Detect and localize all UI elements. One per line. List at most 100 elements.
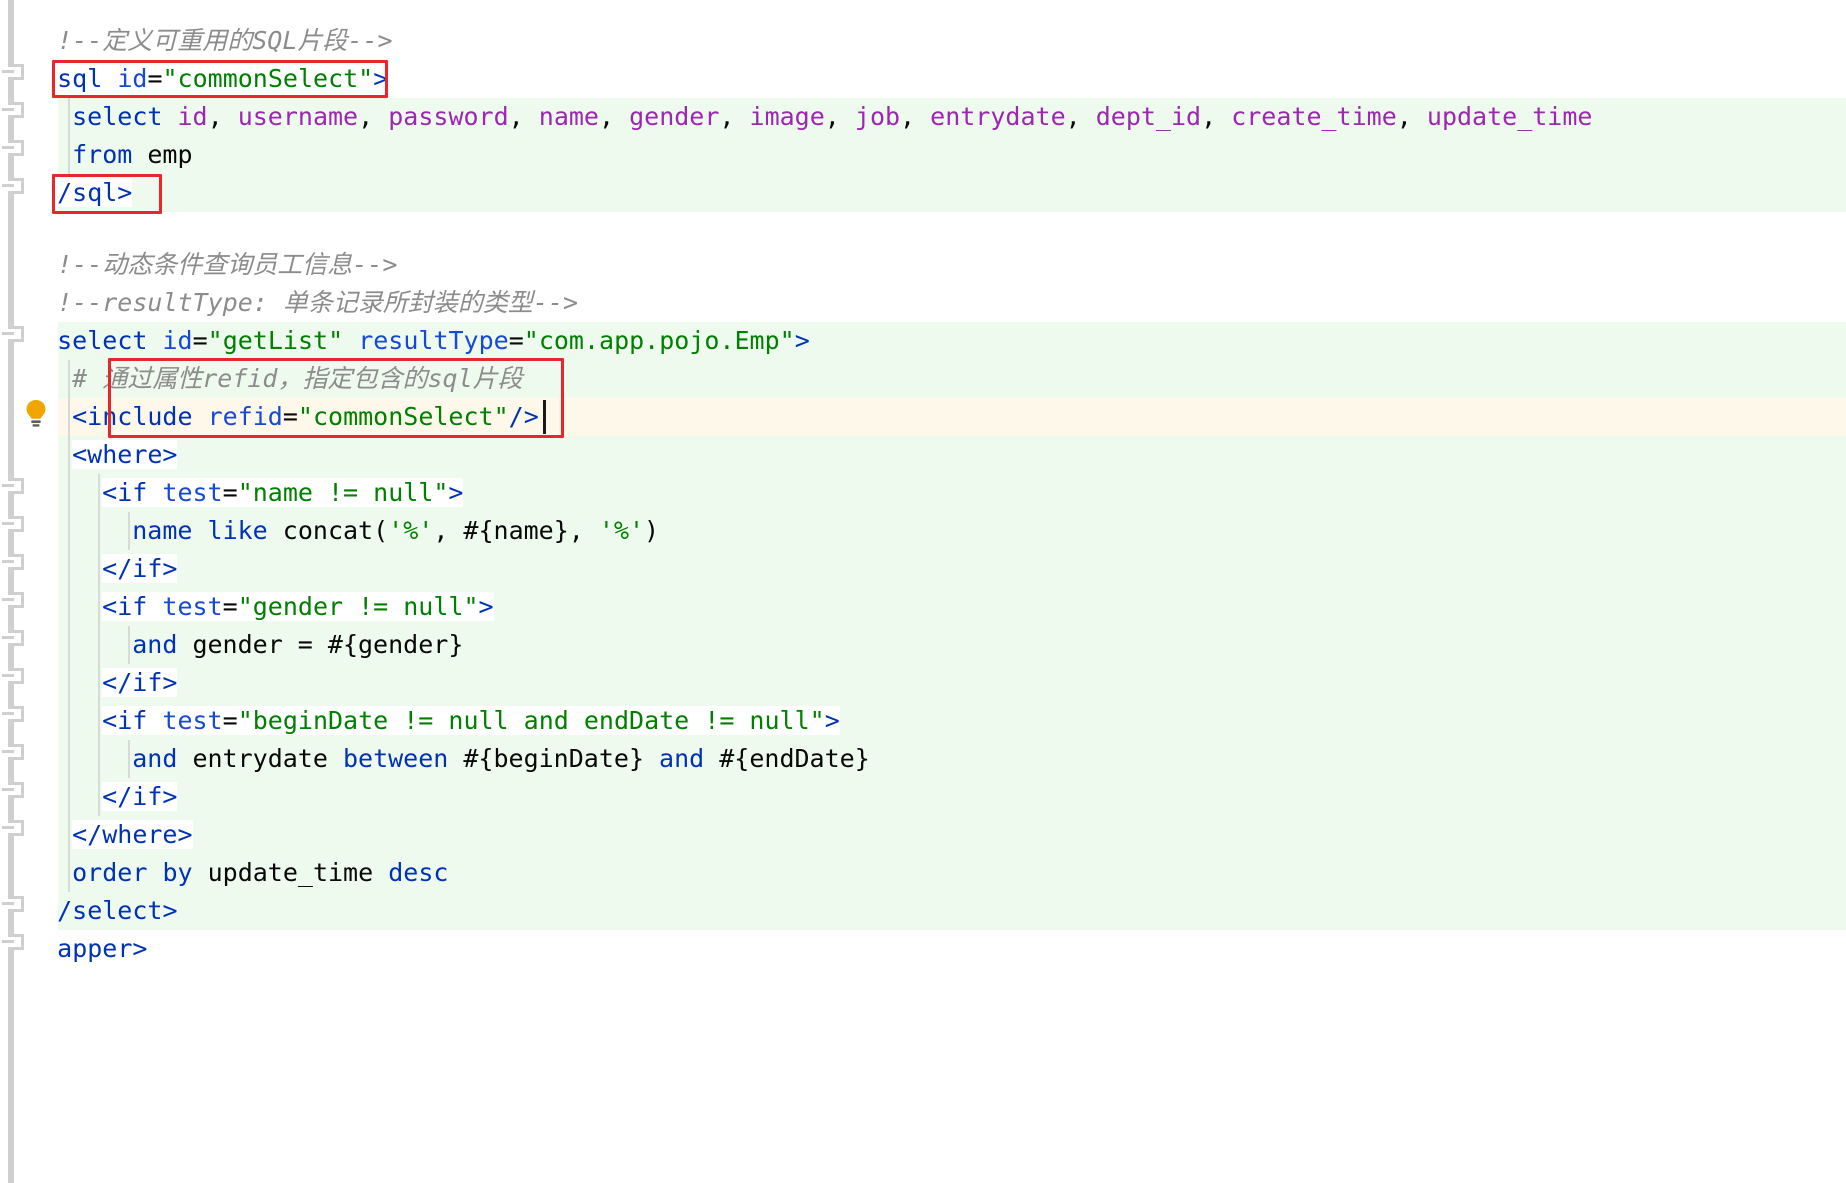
code-editor[interactable]: <!--定义可重用的SQL片段--> <sql id="commonSelect"… <box>0 0 1846 1183</box>
code-token: concat( <box>267 516 389 545</box>
code-token: and <box>659 744 705 773</box>
code-token <box>147 706 163 735</box>
code-token: update_time <box>1426 102 1593 131</box>
fold-marker[interactable] <box>2 896 24 920</box>
code-line[interactable]: </select> <box>0 892 1846 930</box>
fold-marker[interactable] <box>2 706 24 730</box>
code-token: and <box>132 744 178 773</box>
code-token: test <box>162 706 223 735</box>
fold-marker[interactable] <box>2 630 24 654</box>
code-line[interactable]: order by update_time desc <box>0 854 1846 892</box>
code-token: entrydate <box>930 102 1066 131</box>
code-line[interactable]: <if test="name != null"> <box>0 474 1846 512</box>
lightbulb-icon[interactable] <box>22 398 50 428</box>
code-token: dept_id <box>1095 102 1202 131</box>
code-token: > <box>478 592 494 621</box>
code-line[interactable]: select id, username, password, name, gen… <box>0 98 1846 136</box>
indent-guide <box>68 360 71 892</box>
fold-marker[interactable] <box>2 934 24 958</box>
code-line[interactable]: <!--动态条件查询员工信息--> <box>0 246 1846 284</box>
code-line[interactable]: </sql> <box>0 174 1846 212</box>
fold-marker[interactable] <box>2 820 24 844</box>
code-token: and <box>132 630 178 659</box>
fold-marker[interactable] <box>2 64 24 88</box>
editor-gutter[interactable] <box>0 0 58 1183</box>
indent-guide <box>128 740 131 778</box>
code-token: = <box>192 326 208 355</box>
code-line[interactable]: </where> <box>0 816 1846 854</box>
code-token: entrydate <box>177 744 343 773</box>
code-line[interactable]: <where> <box>0 436 1846 474</box>
code-token: username <box>237 102 359 131</box>
code-surface[interactable]: <!--定义可重用的SQL片段--> <sql id="commonSelect"… <box>0 0 1846 1183</box>
code-line-text: </if> <box>102 550 178 588</box>
code-token: < <box>102 592 118 621</box>
code-token: #{endDate} <box>704 744 870 773</box>
code-line[interactable]: <!--定义可重用的SQL片段--> <box>0 22 1846 60</box>
code-token: , <box>1065 102 1096 131</box>
fold-marker[interactable] <box>2 140 24 164</box>
fold-marker[interactable] <box>2 326 24 350</box>
code-token: image <box>749 102 825 131</box>
code-line[interactable]: # 通过属性refid，指定包含的sql片段 <box>0 360 1846 398</box>
code-line-text: <where> <box>72 436 178 474</box>
code-token: from <box>72 140 133 169</box>
indent-guide <box>128 512 131 550</box>
code-token: > <box>824 706 840 735</box>
code-token: </select> <box>42 896 178 925</box>
code-line[interactable]: </if> <box>0 550 1846 588</box>
code-line[interactable]: <if test="gender != null"> <box>0 588 1846 626</box>
code-line[interactable]: <include refid="commonSelect"/> <box>0 398 1846 436</box>
code-token: <!--resultType: 单条记录所封装的类型--> <box>42 288 579 317</box>
code-line-text: select id, username, password, name, gen… <box>72 98 1592 136</box>
code-token: = <box>147 64 163 93</box>
code-line[interactable] <box>0 212 1846 250</box>
code-token: <!--动态条件查询员工信息--> <box>42 250 398 279</box>
code-line[interactable]: <if test="beginDate != null and endDate … <box>0 702 1846 740</box>
code-token: gender <box>629 102 720 131</box>
code-line[interactable]: <select id="getList" resultType="com.app… <box>0 322 1846 360</box>
code-line-text: </if> <box>102 664 178 702</box>
code-token: = <box>222 592 238 621</box>
code-line[interactable]: and gender = #{gender} <box>0 626 1846 664</box>
code-line[interactable]: and entrydate between #{beginDate} and #… <box>0 740 1846 778</box>
code-line[interactable]: from emp <box>0 136 1846 174</box>
code-token: ) <box>644 516 660 545</box>
code-line-text: and entrydate between #{beginDate} and #… <box>132 740 870 778</box>
code-line[interactable]: name like concat('%', #{name}, '%') <box>0 512 1846 550</box>
code-token: <!--定义可重用的SQL片段--> <box>42 26 393 55</box>
code-token: "com.app.pojo.Emp" <box>523 326 795 355</box>
code-token: emp <box>132 140 193 169</box>
code-token: = <box>508 326 524 355</box>
code-token: if <box>117 706 148 735</box>
code-token: , <box>207 102 238 131</box>
code-line[interactable]: </if> <box>0 664 1846 702</box>
fold-marker[interactable] <box>2 516 24 540</box>
fold-marker[interactable] <box>2 478 24 502</box>
fold-marker[interactable] <box>2 592 24 616</box>
code-token: password <box>388 102 509 131</box>
code-line[interactable]: </mapper> <box>0 930 1846 968</box>
code-line[interactable]: <!--resultType: 单条记录所封装的类型--> <box>0 284 1846 322</box>
fold-marker[interactable] <box>2 554 24 578</box>
indent-guide <box>128 626 131 664</box>
code-token: "gender != null" <box>237 592 479 621</box>
code-line[interactable]: </if> <box>0 778 1846 816</box>
code-token: # 通过属性refid，指定包含的sql片段 <box>72 364 523 393</box>
fold-marker[interactable] <box>2 782 24 806</box>
code-token: by <box>162 858 193 887</box>
fold-marker[interactable] <box>2 668 24 692</box>
code-token: </if> <box>102 782 178 811</box>
fold-marker[interactable] <box>2 178 24 202</box>
code-token: refid <box>207 402 283 431</box>
fold-marker[interactable] <box>2 744 24 768</box>
code-token: job <box>854 102 901 131</box>
code-token: </where> <box>72 820 193 849</box>
code-token: between <box>342 744 449 773</box>
code-token: < <box>72 402 88 431</box>
code-line[interactable]: <sql id="commonSelect"> <box>0 60 1846 98</box>
code-token: , <box>358 102 389 131</box>
fold-marker[interactable] <box>2 102 24 126</box>
code-line-text: from emp <box>72 136 192 174</box>
